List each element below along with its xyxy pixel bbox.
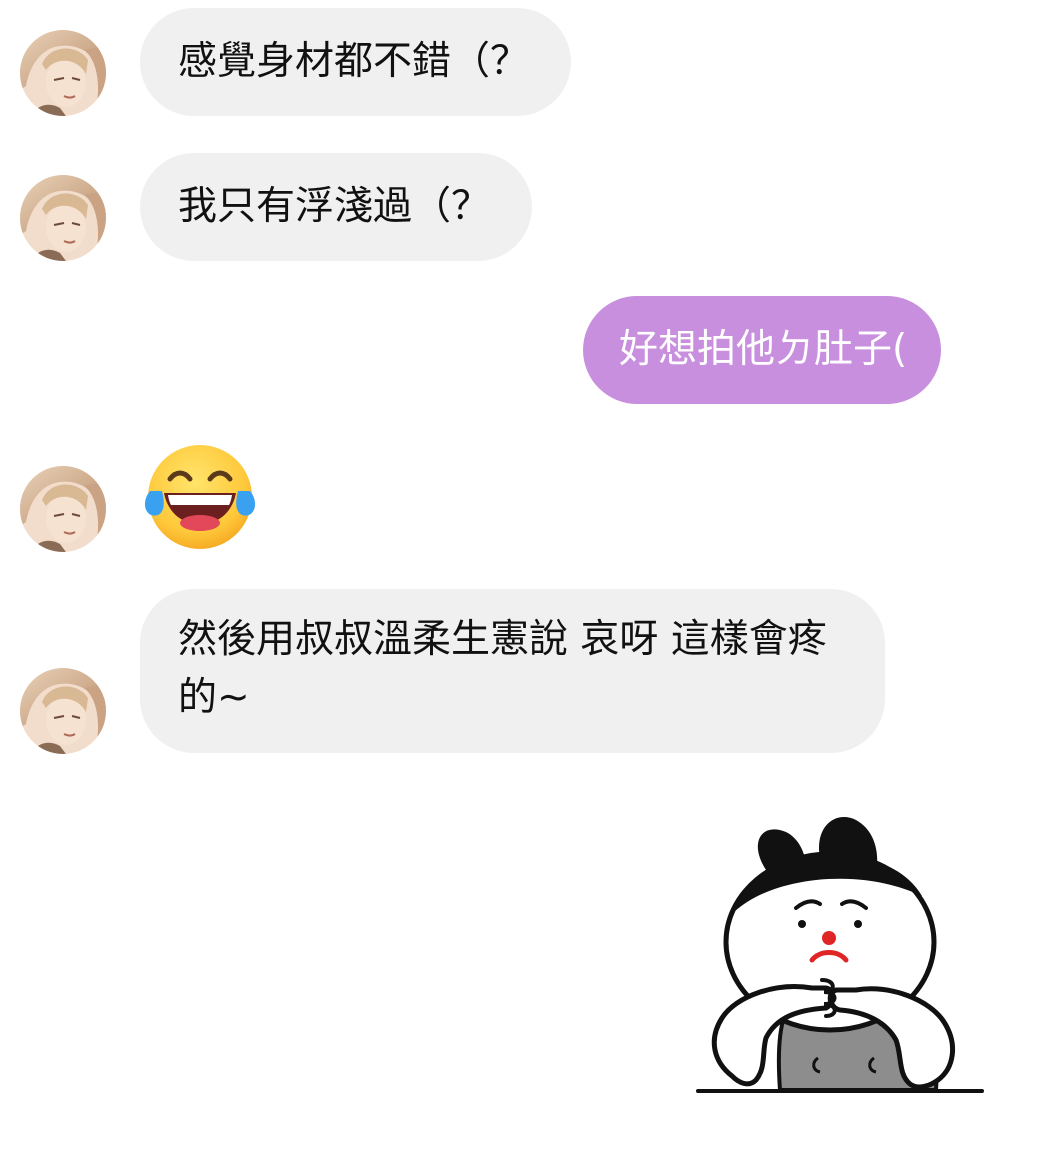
- contact-avatar[interactable]: [20, 668, 106, 754]
- contact-avatar[interactable]: [20, 175, 106, 261]
- message-bubble-incoming[interactable]: 然後用叔叔溫柔生憲說 哀呀 這樣會疼的~: [140, 589, 885, 753]
- message-bubble-outgoing[interactable]: 好想拍他ㄉ肚子(: [583, 296, 942, 404]
- face-with-tears-of-joy-icon[interactable]: [142, 443, 258, 551]
- message-bubble-incoming[interactable]: 感覺身材都不錯（？: [140, 8, 572, 116]
- message-text: 我只有浮淺過（？: [178, 184, 491, 229]
- message-text: 感覺身材都不錯（？: [178, 39, 530, 84]
- message-bubble-incoming[interactable]: 我只有浮淺過（？: [140, 153, 533, 261]
- message-text: 好想拍他ㄉ肚子(: [619, 327, 908, 372]
- contact-avatar[interactable]: [20, 466, 106, 552]
- contact-avatar[interactable]: [20, 30, 106, 116]
- worried-bunny-sticker[interactable]: [696, 812, 984, 1116]
- message-text: 然後用叔叔溫柔生憲說 哀呀 這樣會疼的~: [178, 617, 827, 720]
